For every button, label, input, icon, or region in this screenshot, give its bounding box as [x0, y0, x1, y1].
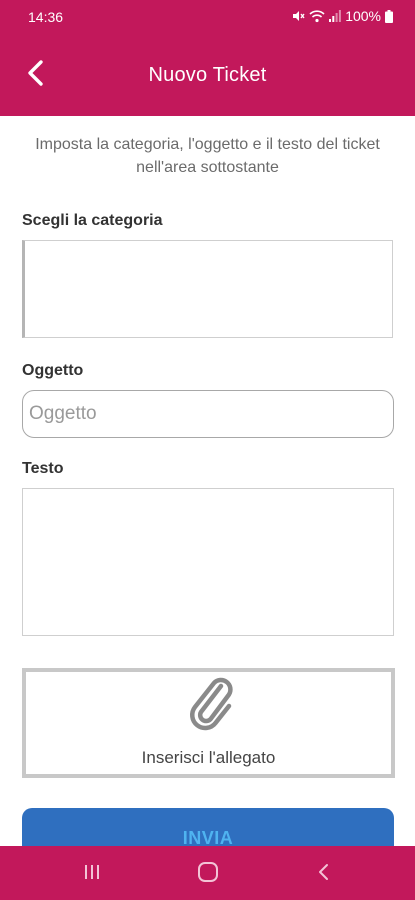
- subject-label: Oggetto: [22, 362, 84, 379]
- category-label: Scegli la categoria: [22, 212, 163, 229]
- subject-input[interactable]: [22, 390, 394, 438]
- text-label: Testo: [22, 460, 64, 477]
- attachment-label: Inserisci l'allegato: [141, 748, 276, 767]
- mute-icon: [291, 9, 305, 23]
- system-nav-bar: [0, 846, 415, 900]
- status-icons: 100%: [291, 8, 393, 24]
- battery-icon: [385, 9, 393, 23]
- text-area[interactable]: [22, 488, 394, 636]
- category-selector[interactable]: [22, 240, 393, 338]
- paperclip-icon: [185, 676, 235, 732]
- back-icon: [317, 862, 331, 887]
- home-icon: [197, 861, 219, 888]
- intro-text: Imposta la categoria, l'oggetto e il tes…: [35, 136, 380, 176]
- recents-icon: [82, 863, 102, 886]
- status-time: 14:36: [28, 9, 64, 25]
- nav-back-button[interactable]: [312, 862, 336, 886]
- new-ticket-screen: 14:36 100% Nuovo Ticket Imposta la categ…: [0, 0, 415, 900]
- app-bar: Nuovo Ticket: [0, 34, 415, 116]
- signal-icon: [329, 9, 342, 23]
- attachment-button[interactable]: Inserisci l'allegato: [22, 668, 395, 778]
- battery-percentage: 100%: [345, 8, 381, 24]
- recents-button[interactable]: [80, 862, 104, 886]
- home-button[interactable]: [196, 861, 220, 888]
- status-bar: 14:36 100%: [0, 0, 415, 34]
- wifi-icon: [309, 9, 325, 23]
- page-title: Nuovo Ticket: [148, 64, 267, 86]
